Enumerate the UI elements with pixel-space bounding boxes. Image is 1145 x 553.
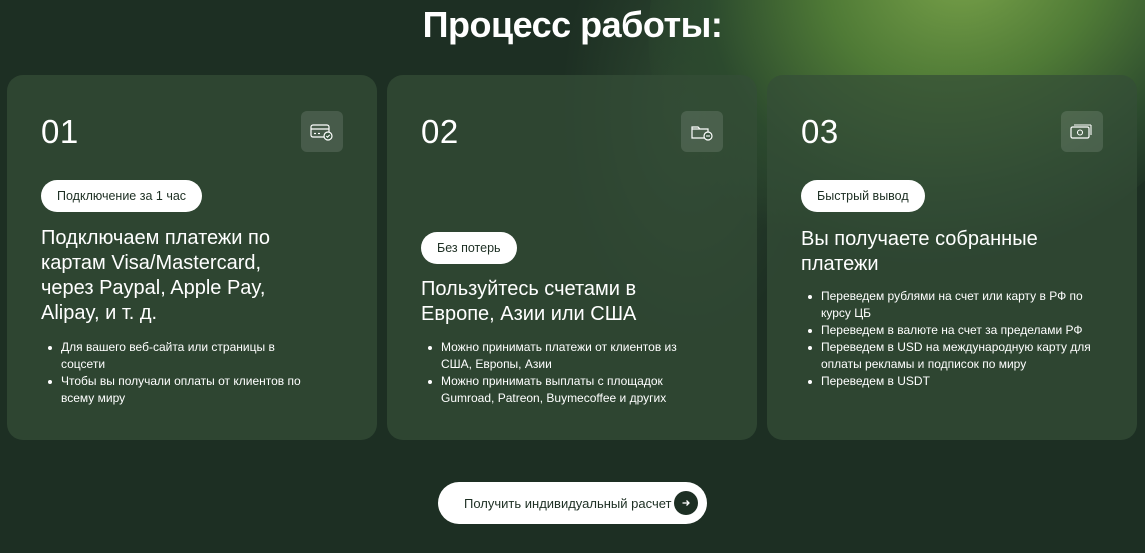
- list-item: Переведем рублями на счет или карту в РФ…: [801, 288, 1091, 322]
- card-bullets: Можно принимать платежи от клиентов из С…: [421, 339, 691, 407]
- list-item: Переведем в валюте на счет за пределами …: [801, 322, 1101, 339]
- card-title: Вы получаете собранные платежи: [801, 228, 1038, 275]
- page-title: Процесс работы:: [422, 4, 723, 45]
- list-item: Для вашего веб-сайта или страницы в соцс…: [41, 339, 311, 373]
- card-title: Подключаем платежи по картам Visa/Master…: [41, 227, 270, 324]
- get-calculation-button[interactable]: Получить индивидуальный расчет: [438, 482, 707, 524]
- card-bullets: Для вашего веб-сайта или страницы в соцс…: [41, 339, 311, 407]
- card-title: Пользуйтесь счетами в Европе, Азии или С…: [421, 278, 637, 325]
- list-item: Можно принимать платежи от клиентов из С…: [421, 339, 691, 373]
- step-number: 01: [41, 113, 79, 150]
- process-card-1: 01 Подключение за 1 час Подключаем плате…: [7, 75, 377, 440]
- tag-badge: Быстрый вывод: [801, 180, 925, 212]
- money-icon: [1061, 111, 1103, 152]
- arrow-right-icon: [674, 491, 698, 515]
- step-number: 03: [801, 113, 839, 150]
- process-card-2: 02 Без потерь Пользуйтесь счетами в Евро…: [387, 75, 757, 440]
- tag-badge: Без потерь: [421, 232, 517, 264]
- card-icon: [301, 111, 343, 152]
- cta-label: Получить индивидуальный расчет: [464, 495, 672, 511]
- list-item: Можно принимать выплаты с площадок Gumro…: [421, 373, 691, 407]
- wallet-icon: [681, 111, 723, 152]
- process-card-3: 03 Быстрый вывод Вы получаете собранные …: [767, 75, 1137, 440]
- list-item: Переведем в USDT: [801, 373, 1101, 390]
- step-number: 02: [421, 113, 459, 150]
- card-bullets: Переведем рублями на счет или карту в РФ…: [801, 288, 1101, 390]
- list-item: Переведем в USD на международную карту д…: [801, 339, 1101, 373]
- tag-badge: Подключение за 1 час: [41, 180, 203, 212]
- list-item: Чтобы вы получали оплаты от клиентов по …: [41, 373, 311, 407]
